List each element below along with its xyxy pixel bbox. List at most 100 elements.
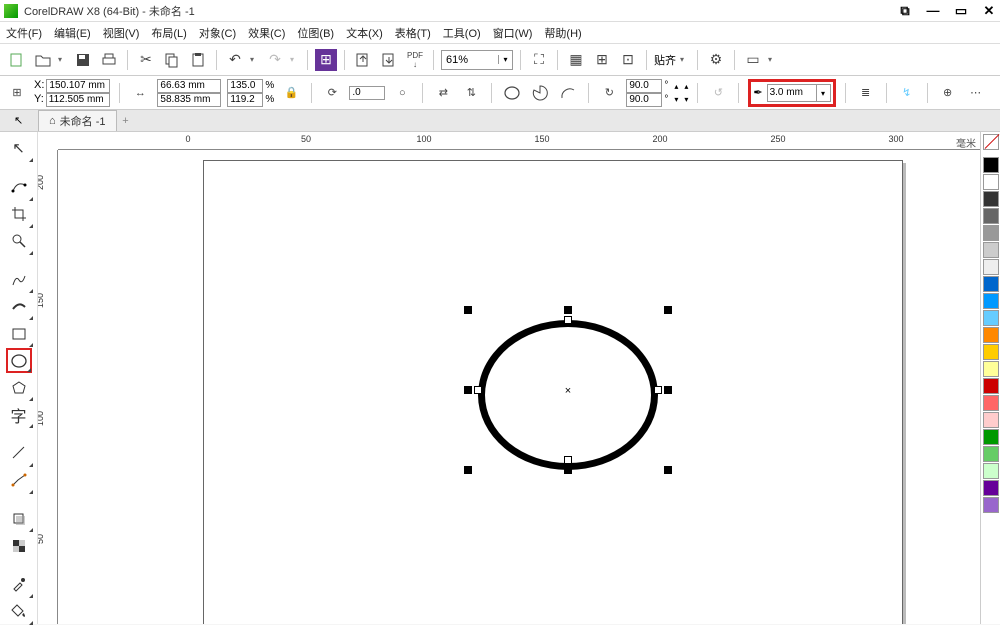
edit-handle-n[interactable]	[564, 316, 572, 324]
vertical-ruler[interactable]: 200 150 100 50	[38, 150, 58, 624]
edit-handle-e[interactable]	[654, 386, 662, 394]
undo-dropdown[interactable]: ▾	[250, 55, 260, 64]
open-button[interactable]	[32, 49, 54, 71]
canvas[interactable]: ×	[58, 150, 980, 624]
arc-a1-input[interactable]	[626, 79, 662, 93]
text-tool[interactable]: 字	[6, 402, 32, 427]
options-button[interactable]: ⚙	[705, 49, 727, 71]
quick-customize-button[interactable]: ⊕	[937, 82, 959, 104]
cut-button[interactable]: ✂	[135, 49, 157, 71]
ellipse-tool-icon[interactable]	[501, 82, 523, 104]
menu-text[interactable]: 文本(X)	[346, 25, 383, 41]
menu-table[interactable]: 表格(T)	[395, 25, 431, 41]
menu-edit[interactable]: 编辑(E)	[54, 25, 91, 41]
color-swatch[interactable]	[983, 480, 999, 496]
color-swatch[interactable]	[983, 293, 999, 309]
selection-handle-s[interactable]	[564, 466, 572, 474]
color-swatch[interactable]	[983, 344, 999, 360]
pick-tool[interactable]: ↖	[6, 136, 32, 161]
color-swatch[interactable]	[983, 174, 999, 190]
connector-tool[interactable]	[6, 468, 32, 493]
color-swatch[interactable]	[983, 225, 999, 241]
color-swatch[interactable]	[983, 191, 999, 207]
color-swatch[interactable]	[983, 463, 999, 479]
color-swatch[interactable]	[983, 327, 999, 343]
menu-bitmap[interactable]: 位图(B)	[297, 25, 334, 41]
grid-button[interactable]: ⊞	[591, 49, 613, 71]
outline-width-dropdown[interactable]: ▾	[817, 84, 831, 102]
undo-button[interactable]: ↶	[224, 49, 246, 71]
horizontal-ruler[interactable]: 0 50 100 150 200 250 300 毫米	[58, 132, 980, 150]
color-swatch[interactable]	[983, 361, 999, 377]
menu-window[interactable]: 窗口(W)	[493, 25, 533, 41]
color-swatch[interactable]	[983, 429, 999, 445]
maximize-button[interactable]: ▭	[954, 3, 968, 19]
menu-view[interactable]: 视图(V)	[103, 25, 140, 41]
selection-handle-nw[interactable]	[464, 306, 472, 314]
color-swatch[interactable]	[983, 242, 999, 258]
add-tab-button[interactable]: +	[117, 115, 135, 127]
import-button[interactable]	[352, 49, 374, 71]
copy-button[interactable]	[161, 49, 183, 71]
new-button[interactable]	[6, 49, 28, 71]
height-input[interactable]	[157, 93, 221, 107]
menu-effect[interactable]: 效果(C)	[248, 25, 285, 41]
menu-tools[interactable]: 工具(O)	[443, 25, 481, 41]
edit-handle-w[interactable]	[474, 386, 482, 394]
arc-direction-button[interactable]: ↺	[707, 82, 729, 104]
rotate-cw-button[interactable]: ○	[391, 82, 413, 104]
eyedropper-tool[interactable]	[6, 572, 32, 597]
arc-tool-icon[interactable]	[557, 82, 579, 104]
redo-button[interactable]: ↷	[264, 49, 286, 71]
color-swatch[interactable]	[983, 310, 999, 326]
save-button[interactable]	[72, 49, 94, 71]
color-swatch[interactable]	[983, 497, 999, 513]
shape-tool[interactable]	[6, 175, 32, 200]
color-swatch[interactable]	[983, 395, 999, 411]
crop-tool[interactable]	[6, 202, 32, 227]
polygon-tool[interactable]	[6, 375, 32, 400]
menu-help[interactable]: 帮助(H)	[544, 25, 581, 41]
ellipse-tool[interactable]	[6, 348, 32, 373]
rulers-button[interactable]: ▦	[565, 49, 587, 71]
drop-shadow-tool[interactable]	[6, 506, 32, 531]
launch-button[interactable]: ▭	[742, 49, 764, 71]
selection-handle-se[interactable]	[664, 466, 672, 474]
arc-a2-input[interactable]	[626, 93, 662, 107]
scale-w-input[interactable]	[227, 79, 263, 93]
y-input[interactable]	[46, 93, 110, 107]
zoom-tool[interactable]	[6, 229, 32, 254]
color-swatch[interactable]	[983, 157, 999, 173]
edit-handle-s[interactable]	[564, 456, 572, 464]
snap-dropdown[interactable]: ▾	[680, 55, 690, 64]
lock-ratio-button[interactable]: 🔒	[280, 82, 302, 104]
outline-width-input[interactable]	[767, 84, 817, 102]
freehand-tool[interactable]	[6, 267, 32, 292]
zoom-combo[interactable]: ▾	[441, 50, 513, 70]
selection-handle-sw[interactable]	[464, 466, 472, 474]
scale-h-input[interactable]	[227, 93, 263, 107]
user-icon[interactable]: ⧉	[898, 3, 912, 19]
selection-handle-e[interactable]	[664, 386, 672, 394]
open-dropdown[interactable]: ▾	[58, 55, 68, 64]
color-swatch[interactable]	[983, 276, 999, 292]
close-button[interactable]: ✕	[982, 3, 996, 19]
selection-center[interactable]: ×	[563, 386, 573, 396]
fill-tool[interactable]	[6, 599, 32, 624]
artistic-media-tool[interactable]	[6, 294, 32, 319]
wrap-text-button[interactable]: ≣	[855, 82, 877, 104]
paste-button[interactable]	[187, 49, 209, 71]
document-tab[interactable]: ⌂ 未命名 -1	[38, 110, 117, 131]
minimize-button[interactable]: —	[926, 3, 940, 18]
menu-object[interactable]: 对象(C)	[199, 25, 236, 41]
menu-layout[interactable]: 布局(L)	[151, 25, 186, 41]
fullscreen-button[interactable]: ⛶	[528, 49, 550, 71]
mirror-v-button[interactable]: ⇅	[460, 82, 482, 104]
rectangle-tool[interactable]	[6, 321, 32, 346]
zoom-dropdown[interactable]: ▾	[498, 55, 512, 64]
snap-label[interactable]: 贴齐	[654, 52, 676, 68]
selection-handle-w[interactable]	[464, 386, 472, 394]
selection-handle-ne[interactable]	[664, 306, 672, 314]
color-swatch[interactable]	[983, 208, 999, 224]
color-swatch[interactable]	[983, 446, 999, 462]
